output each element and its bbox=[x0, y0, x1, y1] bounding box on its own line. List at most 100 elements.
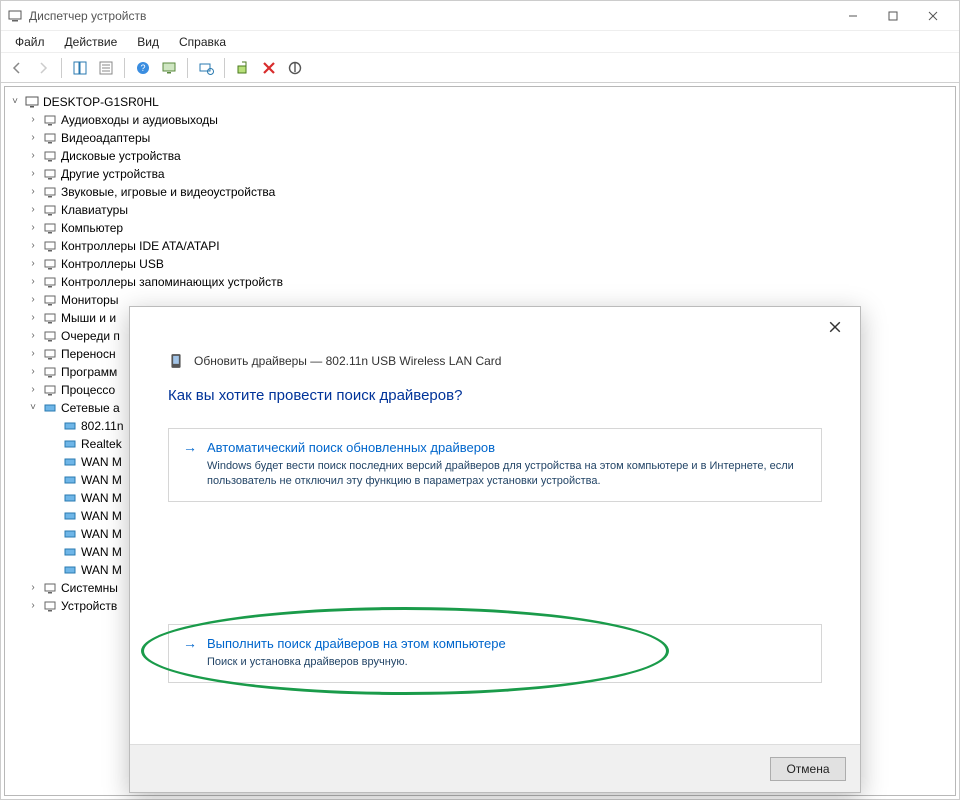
device-category-icon bbox=[42, 274, 58, 290]
tree-item[interactable]: › Компьютер bbox=[9, 219, 951, 237]
menu-help[interactable]: Справка bbox=[169, 33, 236, 51]
show-hide-tree-button[interactable] bbox=[68, 56, 92, 80]
scan-hardware-button[interactable] bbox=[194, 56, 218, 80]
expand-icon[interactable]: › bbox=[27, 579, 39, 597]
tree-root-label: DESKTOP-G1SR0HL bbox=[43, 93, 159, 111]
menu-action[interactable]: Действие bbox=[55, 33, 128, 51]
expand-icon[interactable]: › bbox=[27, 597, 39, 615]
update-driver-button[interactable] bbox=[231, 56, 255, 80]
tree-item-label: Дисковые устройства bbox=[61, 147, 181, 165]
expand-icon[interactable]: › bbox=[27, 201, 39, 219]
tree-item-label: WAN M bbox=[81, 471, 122, 489]
tree-item-label: WAN M bbox=[81, 543, 122, 561]
device-category-icon bbox=[62, 508, 78, 524]
tree-item-label: Сетевые а bbox=[61, 399, 120, 417]
update-driver-dialog: Обновить драйверы — 802.11n USB Wireless… bbox=[129, 306, 861, 793]
expand-icon[interactable]: › bbox=[27, 111, 39, 129]
collapse-icon[interactable]: ˅ bbox=[27, 399, 39, 417]
device-category-icon bbox=[42, 382, 58, 398]
expand-icon[interactable]: › bbox=[27, 147, 39, 165]
tree-item[interactable]: › Другие устройства bbox=[9, 165, 951, 183]
expand-icon[interactable]: › bbox=[27, 363, 39, 381]
tree-item-label: Переносн bbox=[61, 345, 116, 363]
device-category-icon bbox=[42, 112, 58, 128]
toolbar-separator bbox=[124, 58, 125, 78]
disable-button[interactable] bbox=[283, 56, 307, 80]
expand-icon[interactable]: › bbox=[27, 255, 39, 273]
tree-item-label: Контроллеры USB bbox=[61, 255, 164, 273]
arrow-right-icon: → bbox=[183, 439, 201, 455]
device-category-icon bbox=[62, 418, 78, 434]
forward-button[interactable] bbox=[31, 56, 55, 80]
device-category-icon bbox=[42, 256, 58, 272]
maximize-button[interactable] bbox=[873, 2, 913, 30]
device-category-icon bbox=[42, 220, 58, 236]
minimize-button[interactable] bbox=[833, 2, 873, 30]
dialog-breadcrumb-text: Обновить драйверы — 802.11n USB Wireless… bbox=[194, 354, 501, 368]
tree-item[interactable]: › Видеоадаптеры bbox=[9, 129, 951, 147]
expand-icon[interactable]: › bbox=[27, 345, 39, 363]
tree-item-label: Аудиовходы и аудиовыходы bbox=[61, 111, 218, 129]
tree-item-label: Звуковые, игровые и видеоустройства bbox=[61, 183, 275, 201]
close-button[interactable] bbox=[913, 2, 953, 30]
tree-item[interactable]: ›Клавиатуры bbox=[9, 201, 951, 219]
tree-item-label: Контроллеры IDE ATA/ATAPI bbox=[61, 237, 220, 255]
tree-item[interactable]: › Аудиовходы и аудиовыходы bbox=[9, 111, 951, 129]
back-button[interactable] bbox=[5, 56, 29, 80]
expand-icon[interactable]: › bbox=[27, 183, 39, 201]
expand-icon[interactable]: › bbox=[27, 381, 39, 399]
device-manager-window: Диспетчер устройств Файл Действие Вид Сп… bbox=[0, 0, 960, 800]
titlebar: Диспетчер устройств bbox=[1, 1, 959, 31]
expand-icon[interactable]: › bbox=[27, 129, 39, 147]
properties-button[interactable] bbox=[94, 56, 118, 80]
menu-file[interactable]: Файл bbox=[5, 33, 55, 51]
menubar: Файл Действие Вид Справка bbox=[1, 31, 959, 53]
tree-item-label: WAN M bbox=[81, 507, 122, 525]
tree-item-label: Видеоадаптеры bbox=[61, 129, 150, 147]
device-category-icon bbox=[42, 310, 58, 326]
tree-item-label: Мониторы bbox=[61, 291, 118, 309]
device-category-icon bbox=[42, 184, 58, 200]
tree-item-label: WAN M bbox=[81, 453, 122, 471]
toolbar-separator bbox=[187, 58, 188, 78]
tree-item[interactable]: › Контроллеры IDE ATA/ATAPI bbox=[9, 237, 951, 255]
tree-item[interactable]: › Звуковые, игровые и видеоустройства bbox=[9, 183, 951, 201]
expand-icon[interactable]: › bbox=[27, 273, 39, 291]
expand-icon[interactable]: › bbox=[27, 291, 39, 309]
tree-item-label: 802.11n bbox=[81, 417, 124, 435]
cancel-button[interactable]: Отмена bbox=[770, 757, 846, 781]
device-category-icon bbox=[62, 562, 78, 578]
tree-item[interactable]: ›Контроллеры запоминающих устройств bbox=[9, 273, 951, 291]
dialog-close-button[interactable] bbox=[820, 312, 850, 342]
expand-icon[interactable]: › bbox=[27, 219, 39, 237]
option-auto-search[interactable]: → Автоматический поиск обновленных драйв… bbox=[168, 428, 822, 502]
device-category-icon bbox=[62, 472, 78, 488]
menu-view[interactable]: Вид bbox=[127, 33, 169, 51]
option-browse-computer[interactable]: → Выполнить поиск драйверов на этом комп… bbox=[168, 624, 822, 683]
expand-icon[interactable]: › bbox=[27, 237, 39, 255]
device-category-icon bbox=[42, 166, 58, 182]
collapse-icon[interactable]: ˅ bbox=[9, 93, 21, 111]
toolbar-separator bbox=[61, 58, 62, 78]
tree-item[interactable]: › Контроллеры USB bbox=[9, 255, 951, 273]
device-category-icon bbox=[42, 148, 58, 164]
option-title: Выполнить поиск драйверов на этом компью… bbox=[207, 636, 506, 651]
tree-item-label: Компьютер bbox=[61, 219, 123, 237]
expand-icon[interactable]: › bbox=[27, 327, 39, 345]
tree-root[interactable]: ˅ DESKTOP-G1SR0HL bbox=[9, 93, 951, 111]
expand-icon[interactable]: › bbox=[27, 165, 39, 183]
action-icon[interactable] bbox=[157, 56, 181, 80]
dialog-breadcrumb: Обновить драйверы — 802.11n USB Wireless… bbox=[130, 347, 860, 369]
device-category-icon bbox=[42, 238, 58, 254]
device-category-icon bbox=[62, 490, 78, 506]
uninstall-button[interactable] bbox=[257, 56, 281, 80]
tree-item-label: Системны bbox=[61, 579, 118, 597]
window-controls bbox=[833, 2, 953, 30]
tree-item-label: Другие устройства bbox=[61, 165, 165, 183]
device-category-icon bbox=[62, 544, 78, 560]
help-button[interactable]: ? bbox=[131, 56, 155, 80]
tree-item[interactable]: › Дисковые устройства bbox=[9, 147, 951, 165]
tree-item-label: Очереди п bbox=[61, 327, 120, 345]
expand-icon[interactable]: › bbox=[27, 309, 39, 327]
option-description: Поиск и установка драйверов вручную. bbox=[183, 655, 807, 670]
